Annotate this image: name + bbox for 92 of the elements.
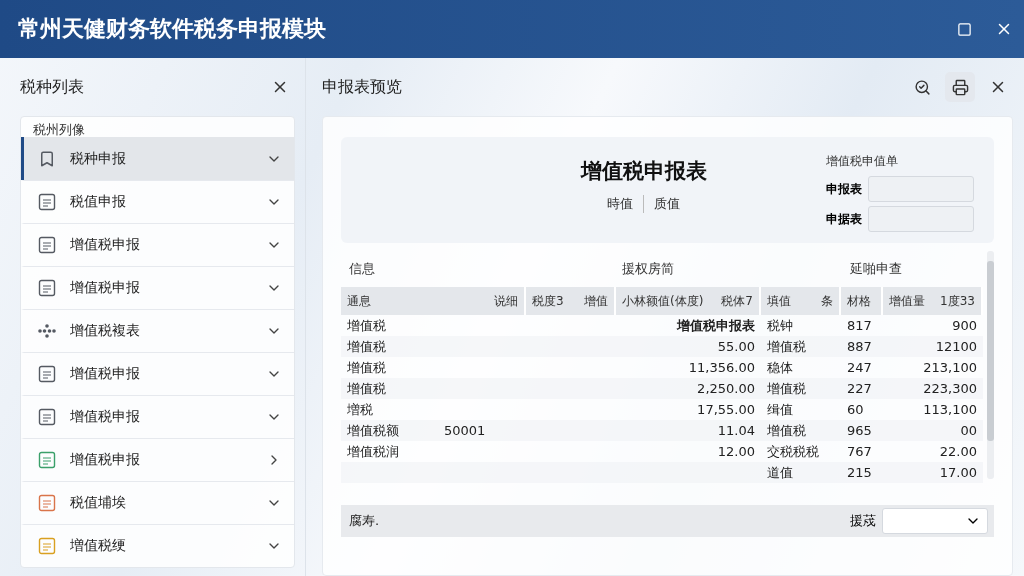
- table-cell-text: 00: [959, 423, 978, 438]
- subtitle-text: 质值: [654, 195, 680, 213]
- table-cell-text: 213,100: [922, 360, 978, 375]
- sidebar-item[interactable]: 增值税申报: [21, 352, 294, 395]
- item-label: 增值税申报: [70, 365, 141, 383]
- side-title: 增值税申值单: [826, 153, 899, 170]
- item-label: 増值税绠: [70, 537, 127, 555]
- item-label: 税值申报: [70, 193, 127, 211]
- column-heading: 税体7: [721, 292, 753, 310]
- table-cell-text: 50001: [443, 423, 487, 438]
- form-title: 增值税申报表: [580, 158, 707, 185]
- item-label: 增值税申报: [70, 451, 141, 469]
- print-button[interactable]: [945, 72, 975, 102]
- table-cell-text: 223,300: [922, 381, 978, 396]
- sidebar-item[interactable]: 税值埔埃: [21, 481, 294, 524]
- input-field[interactable]: [868, 176, 974, 202]
- column-heading: 小林额值(体度): [622, 292, 704, 310]
- section-heading: 援权房简: [622, 260, 675, 278]
- table-cell-text: 17.00: [938, 465, 978, 480]
- sidebar-item[interactable]: 増值税绠: [21, 524, 294, 567]
- panel-title: 税种列表: [20, 76, 84, 98]
- item-label: 税值埔埃: [70, 494, 127, 512]
- field-label: 申报表: [826, 180, 862, 198]
- table-cell-text: 55.00: [716, 339, 756, 354]
- item-label: 增值税申报: [70, 279, 141, 297]
- group-label: 税州列像: [32, 123, 86, 137]
- table-cell-text: 22.00: [938, 444, 978, 459]
- item-label: 增值税複表: [70, 322, 141, 340]
- item-label: 增值税申报: [70, 408, 141, 426]
- sidebar-item[interactable]: 增值税申报: [21, 223, 294, 266]
- column-heading: 说细: [494, 292, 518, 310]
- table-cell-text: 增值税: [346, 316, 387, 335]
- maximize-icon: [956, 21, 972, 37]
- table-cell-text: 11,356.00: [687, 360, 756, 375]
- select-label: 援荗: [850, 512, 876, 530]
- section-heading: 信息: [349, 260, 376, 278]
- table-cell-text: 增值税: [346, 358, 387, 377]
- column-heading: 条: [821, 292, 833, 310]
- column-heading: 税度3: [532, 292, 564, 310]
- table-cell-text: 道值: [766, 463, 794, 482]
- field-label: 申据表: [826, 210, 862, 228]
- table-cell-text: 887: [846, 339, 873, 354]
- table-cell-text: 交税税税: [766, 442, 820, 461]
- item-label: 增值税申报: [70, 236, 141, 254]
- sidebar-item[interactable]: 税值申报: [21, 180, 294, 223]
- section-heading: 延啪申查: [850, 260, 903, 278]
- footer-label: 腐寿.: [349, 512, 381, 530]
- search-icon: [913, 78, 931, 96]
- table-cell-text: 900: [951, 318, 978, 333]
- sidebar-item[interactable]: 增值税申报: [21, 266, 294, 309]
- table-cell-text: 12100: [934, 339, 978, 354]
- item-label: 税种申报: [70, 149, 127, 168]
- table-cell-text: 247: [846, 360, 873, 375]
- table-cell-text: 增值税: [766, 379, 807, 398]
- table-cell-text: 60: [846, 402, 865, 417]
- input-field[interactable]: [868, 206, 974, 232]
- printer-icon: [951, 78, 969, 96]
- table-cell-text: 2,250.00: [696, 381, 756, 396]
- table-cell-text: 增值税润: [346, 442, 400, 461]
- column-heading: 通息: [347, 292, 371, 310]
- table-cell-text: 增值税额: [346, 421, 400, 440]
- table-cell-text: 215: [846, 465, 873, 480]
- window-title: 常州天健财务软件税务申报模块: [18, 15, 327, 43]
- sidebar-item[interactable]: 增值税申报: [21, 438, 294, 481]
- table-cell-text: 增值税: [346, 337, 387, 356]
- table-cell-text: 增值税: [346, 379, 387, 398]
- column-heading: 填值: [767, 292, 791, 310]
- panel-title: 申报表预览: [322, 76, 402, 98]
- table-cell-text: 稳体: [766, 358, 794, 377]
- table-cell-text: 増税: [346, 400, 374, 419]
- sidebar-item[interactable]: 税种申报: [21, 137, 294, 180]
- table-cell-text: 113,100: [922, 402, 978, 417]
- table-cell-text: 17,55.00: [696, 402, 756, 417]
- table-cell-text: 12.00: [716, 444, 756, 459]
- column-heading: 1度33: [940, 292, 975, 310]
- column-heading: 材格: [847, 292, 871, 310]
- table-cell-text: 缉值: [766, 400, 794, 419]
- table-cell-text: 965: [846, 423, 873, 438]
- table-cell-text: 增值税申报表: [675, 316, 756, 335]
- table-cell-text: 增值税: [766, 337, 807, 356]
- table-cell-text: 767: [846, 444, 873, 459]
- sidebar-item[interactable]: 增值税申报: [21, 395, 294, 438]
- table-cell-text: 11.04: [716, 423, 756, 438]
- table-cell-text: 227: [846, 381, 873, 396]
- scrollbar[interactable]: [987, 251, 994, 479]
- table-cell-text: 增值税: [766, 421, 807, 440]
- column-heading: 增值量: [889, 292, 925, 310]
- table-cell-text: 817: [846, 318, 873, 333]
- table-cell-text: 税钟: [766, 316, 794, 335]
- subtitle-text: 時值: [607, 195, 633, 213]
- sidebar-item[interactable]: 增值税複表: [21, 309, 294, 352]
- column-heading: 增值: [584, 292, 608, 310]
